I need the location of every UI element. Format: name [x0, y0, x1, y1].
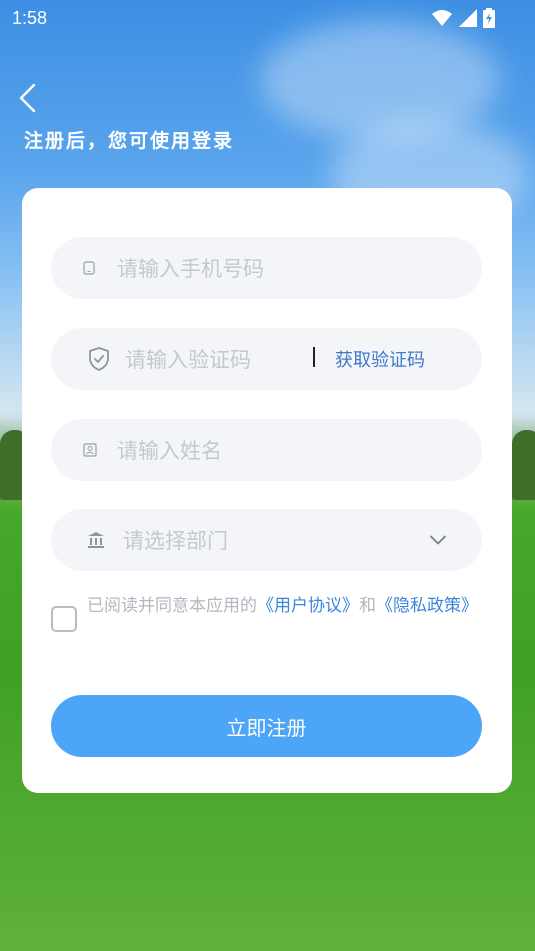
cloud — [260, 20, 500, 140]
text-cursor — [313, 347, 315, 367]
agreement-prefix: 已阅读并同意本应用的 — [87, 596, 257, 616]
shield-check-icon — [87, 346, 111, 372]
bank-icon — [87, 531, 105, 549]
wifi-icon — [431, 9, 453, 31]
user-agreement-link[interactable]: 《用户协议》 — [257, 596, 359, 616]
register-button[interactable]: 立即注册 — [51, 695, 482, 757]
agreement-text: 已阅读并同意本应用的《用户协议》和《隐私政策》 — [87, 596, 482, 617]
code-field[interactable]: 请输入验证码 获取验证码 — [51, 328, 482, 390]
code-placeholder: 请输入验证码 — [125, 348, 251, 372]
status-icons — [431, 8, 495, 32]
battery-charging-icon — [483, 8, 495, 32]
phone-icon — [83, 261, 95, 275]
id-card-icon — [83, 443, 97, 457]
status-bar: 1:58 — [0, 0, 535, 36]
page-hint: 注册后，您可使用登录 — [24, 130, 235, 152]
back-button[interactable] — [14, 82, 42, 114]
status-time: 1:58 — [12, 8, 48, 28]
get-code-button[interactable]: 获取验证码 — [335, 346, 425, 372]
phone-field[interactable]: 请输入手机号码 — [51, 237, 482, 299]
privacy-policy-link[interactable]: 《隐私政策》 — [376, 596, 478, 616]
chevron-down-icon — [430, 531, 446, 550]
agreement-checkbox[interactable] — [51, 606, 77, 632]
department-placeholder: 请选择部门 — [123, 529, 228, 553]
register-card: 请输入手机号码 请输入验证码 获取验证码 请输入姓名 请选择部门 已阅读并同意本… — [22, 188, 512, 793]
signal-icon — [459, 9, 477, 31]
department-select[interactable]: 请选择部门 — [51, 509, 482, 571]
agreement-conjunction: 和 — [359, 596, 376, 616]
name-placeholder: 请输入姓名 — [117, 439, 222, 463]
tree — [512, 430, 535, 500]
name-field[interactable]: 请输入姓名 — [51, 419, 482, 481]
chevron-left-icon — [14, 83, 42, 118]
phone-placeholder: 请输入手机号码 — [117, 257, 264, 281]
